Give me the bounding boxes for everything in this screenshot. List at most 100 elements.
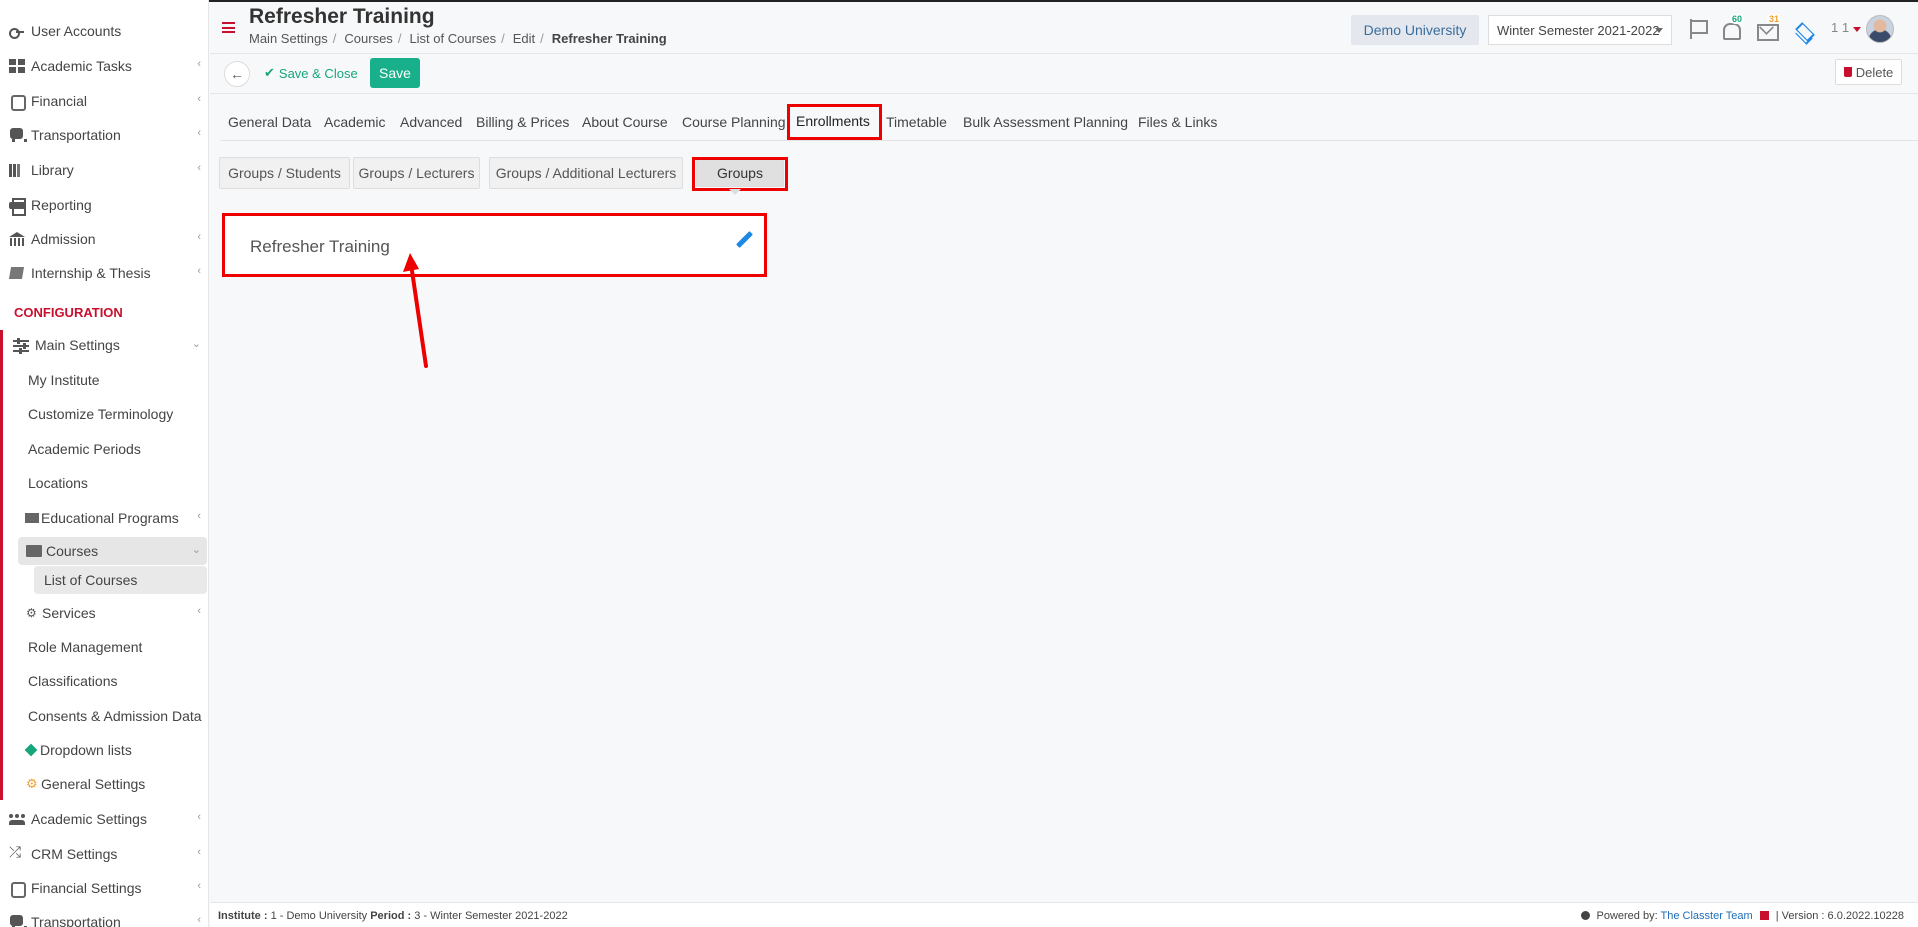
tab-bulk-assessment-planning[interactable]: Bulk Assessment Planning — [963, 107, 1128, 137]
sidebar-item-locations[interactable]: Locations — [0, 468, 208, 498]
brand-mark-icon — [1759, 911, 1769, 920]
breadcrumb-current: Refresher Training — [551, 31, 667, 46]
book-icon — [26, 545, 42, 557]
chevron-left-icon: ‹ — [197, 880, 201, 892]
sidebar-item-my-institute[interactable]: My Institute — [0, 365, 208, 395]
sidebar-item-academic-tasks[interactable]: Academic Tasks ‹ — [0, 51, 208, 81]
sidebar-item-label: Services — [42, 605, 96, 621]
sidebar-item-academic-settings[interactable]: Academic Settings ‹ — [0, 804, 208, 834]
sidebar-item-reporting[interactable]: Reporting — [0, 190, 208, 220]
sidebar-item-customize-terminology[interactable]: Customize Terminology — [0, 399, 208, 429]
save-button[interactable]: Save — [370, 58, 420, 88]
sidebar-item-label: Academic Tasks — [31, 58, 132, 74]
tab-timetable[interactable]: Timetable — [886, 107, 947, 137]
footer-institute-value: 1 - Demo University — [270, 910, 368, 922]
key-icon — [9, 24, 25, 39]
breadcrumb: Main Settings / Courses / List of Courses /… — [249, 31, 672, 46]
active-subtab-pointer — [729, 189, 741, 195]
sidebar-item-role-management[interactable]: Role Management — [0, 632, 208, 662]
sidebar-item-label: Main Settings — [35, 337, 120, 353]
breadcrumb-separator: / — [332, 31, 337, 46]
breadcrumb-separator: / — [501, 31, 505, 46]
sidebar-item-library[interactable]: Library ‹ — [0, 155, 208, 185]
tab-course-planning[interactable]: Course Planning — [682, 107, 786, 137]
sidebar-item-general-settings[interactable]: ⚙ General Settings — [0, 769, 208, 799]
sidebar-item-main-settings[interactable]: Main Settings ⌄ — [0, 330, 208, 360]
sidebar-item-label: Financial Settings — [31, 880, 142, 896]
group-card-title[interactable]: Refresher Training — [250, 237, 390, 257]
sidebar-item-transportation-settings[interactable]: Transportation ‹ — [0, 907, 208, 927]
layers-icon[interactable] — [1792, 17, 1816, 41]
sidebar-item-user-accounts[interactable]: User Accounts — [0, 16, 208, 46]
sidebar-item-label: Locations — [28, 475, 88, 491]
chevron-left-icon: ‹ — [197, 265, 201, 277]
chevron-left-icon: ‹ — [197, 127, 201, 139]
sidebar-item-label: Consents & Admission Data — [28, 708, 202, 724]
sidebar-item-list-of-courses[interactable]: List of Courses — [0, 565, 208, 595]
coins-icon — [9, 881, 26, 898]
sidebar-item-admission[interactable]: Admission ‹ — [0, 224, 208, 254]
classter-logo-icon — [1581, 911, 1591, 920]
caret-down-icon[interactable] — [1853, 27, 1861, 32]
subtab-groups-additional-lecturers[interactable]: Groups / Additional Lecturers — [489, 157, 683, 189]
pencil-icon[interactable] — [735, 231, 753, 249]
period-select[interactable]: Winter Semester 2021-2022 — [1488, 15, 1672, 45]
user-code[interactable]: 1 1 — [1831, 20, 1849, 35]
arrow-left-icon: ← — [230, 66, 244, 82]
highlight-box-enrollments — [787, 104, 882, 140]
institution-button[interactable]: Demo University — [1351, 15, 1479, 45]
tab-advanced[interactable]: Advanced — [400, 107, 462, 137]
sidebar-item-dropdown-lists[interactable]: Dropdown lists — [0, 735, 208, 765]
tab-about-course[interactable]: About Course — [582, 107, 668, 137]
table-icon — [25, 513, 39, 523]
services-icon: ⚙ — [26, 606, 37, 620]
chevron-left-icon: ‹ — [197, 93, 201, 105]
caret-down-icon — [1655, 28, 1663, 33]
breadcrumb-item[interactable]: Courses — [344, 31, 392, 46]
breadcrumb-item[interactable]: Main Settings — [249, 31, 328, 46]
sidebar-item-classifications[interactable]: Classifications — [0, 666, 208, 696]
sidebar-item-label: Customize Terminology — [28, 406, 174, 422]
tab-billing-prices[interactable]: Billing & Prices — [476, 107, 569, 137]
flag-icon[interactable] — [1686, 17, 1710, 41]
people-icon — [9, 812, 25, 826]
annotation-arrow — [403, 253, 428, 368]
chevron-left-icon: ‹ — [197, 162, 201, 174]
footer-team-link[interactable]: The Classter Team — [1661, 910, 1753, 922]
chevron-left-icon: ‹ — [197, 811, 201, 823]
sidebar-item-internship-thesis[interactable]: Internship & Thesis ‹ — [0, 258, 208, 288]
tab-general-data[interactable]: General Data — [228, 107, 311, 137]
breadcrumb-item[interactable]: List of Courses — [409, 31, 496, 46]
sidebar-item-label: Courses — [46, 543, 99, 559]
sidebar-item-financial[interactable]: Financial ‹ — [0, 86, 208, 116]
sidebar-item-label: Admission — [31, 231, 96, 247]
sidebar-item-crm-settings[interactable]: CRM Settings ‹ — [0, 839, 208, 869]
page-title: Refresher Training — [249, 5, 435, 28]
sidebar-item-transportation[interactable]: Transportation ‹ — [0, 120, 208, 150]
tab-academic[interactable]: Academic — [324, 107, 385, 137]
highlight-box-groups — [692, 157, 788, 191]
subtab-groups-students[interactable]: Groups / Students — [219, 157, 350, 189]
sidebar-item-courses[interactable]: Courses ⌄ — [0, 536, 208, 566]
save-close-button[interactable]: ✔ Save & Close — [264, 65, 358, 81]
sidebar-item-label: Classifications — [28, 673, 118, 689]
sidebar-item-educational-programs[interactable]: Educational Programs ‹ — [0, 503, 208, 533]
avatar[interactable] — [1866, 15, 1894, 43]
sidebar-item-financial-settings[interactable]: Financial Settings ‹ — [0, 873, 208, 903]
chevron-left-icon: ‹ — [197, 846, 201, 858]
sidebar: User Accounts Academic Tasks ‹ Financial… — [0, 0, 209, 927]
sidebar-item-consents-admission-data[interactable]: Consents & Admission Data — [0, 701, 208, 731]
hamburger-menu-icon[interactable] — [222, 22, 235, 33]
subtab-groups-lecturers[interactable]: Groups / Lecturers — [353, 157, 480, 189]
breadcrumb-item[interactable]: Edit — [513, 31, 535, 46]
sidebar-item-label: Transportation — [31, 127, 121, 143]
sidebar-item-services[interactable]: ⚙ Services ‹ — [0, 598, 208, 628]
tab-files-links[interactable]: Files & Links — [1138, 107, 1217, 137]
back-button[interactable]: ← — [224, 61, 250, 87]
check-icon: ✔ — [264, 65, 275, 80]
section-label-configuration: CONFIGURATION — [14, 305, 123, 320]
gears-icon: ⚙ — [26, 776, 38, 791]
breadcrumb-separator: / — [540, 31, 544, 46]
sidebar-item-academic-periods[interactable]: Academic Periods — [0, 434, 208, 464]
delete-button[interactable]: Delete — [1835, 59, 1902, 85]
